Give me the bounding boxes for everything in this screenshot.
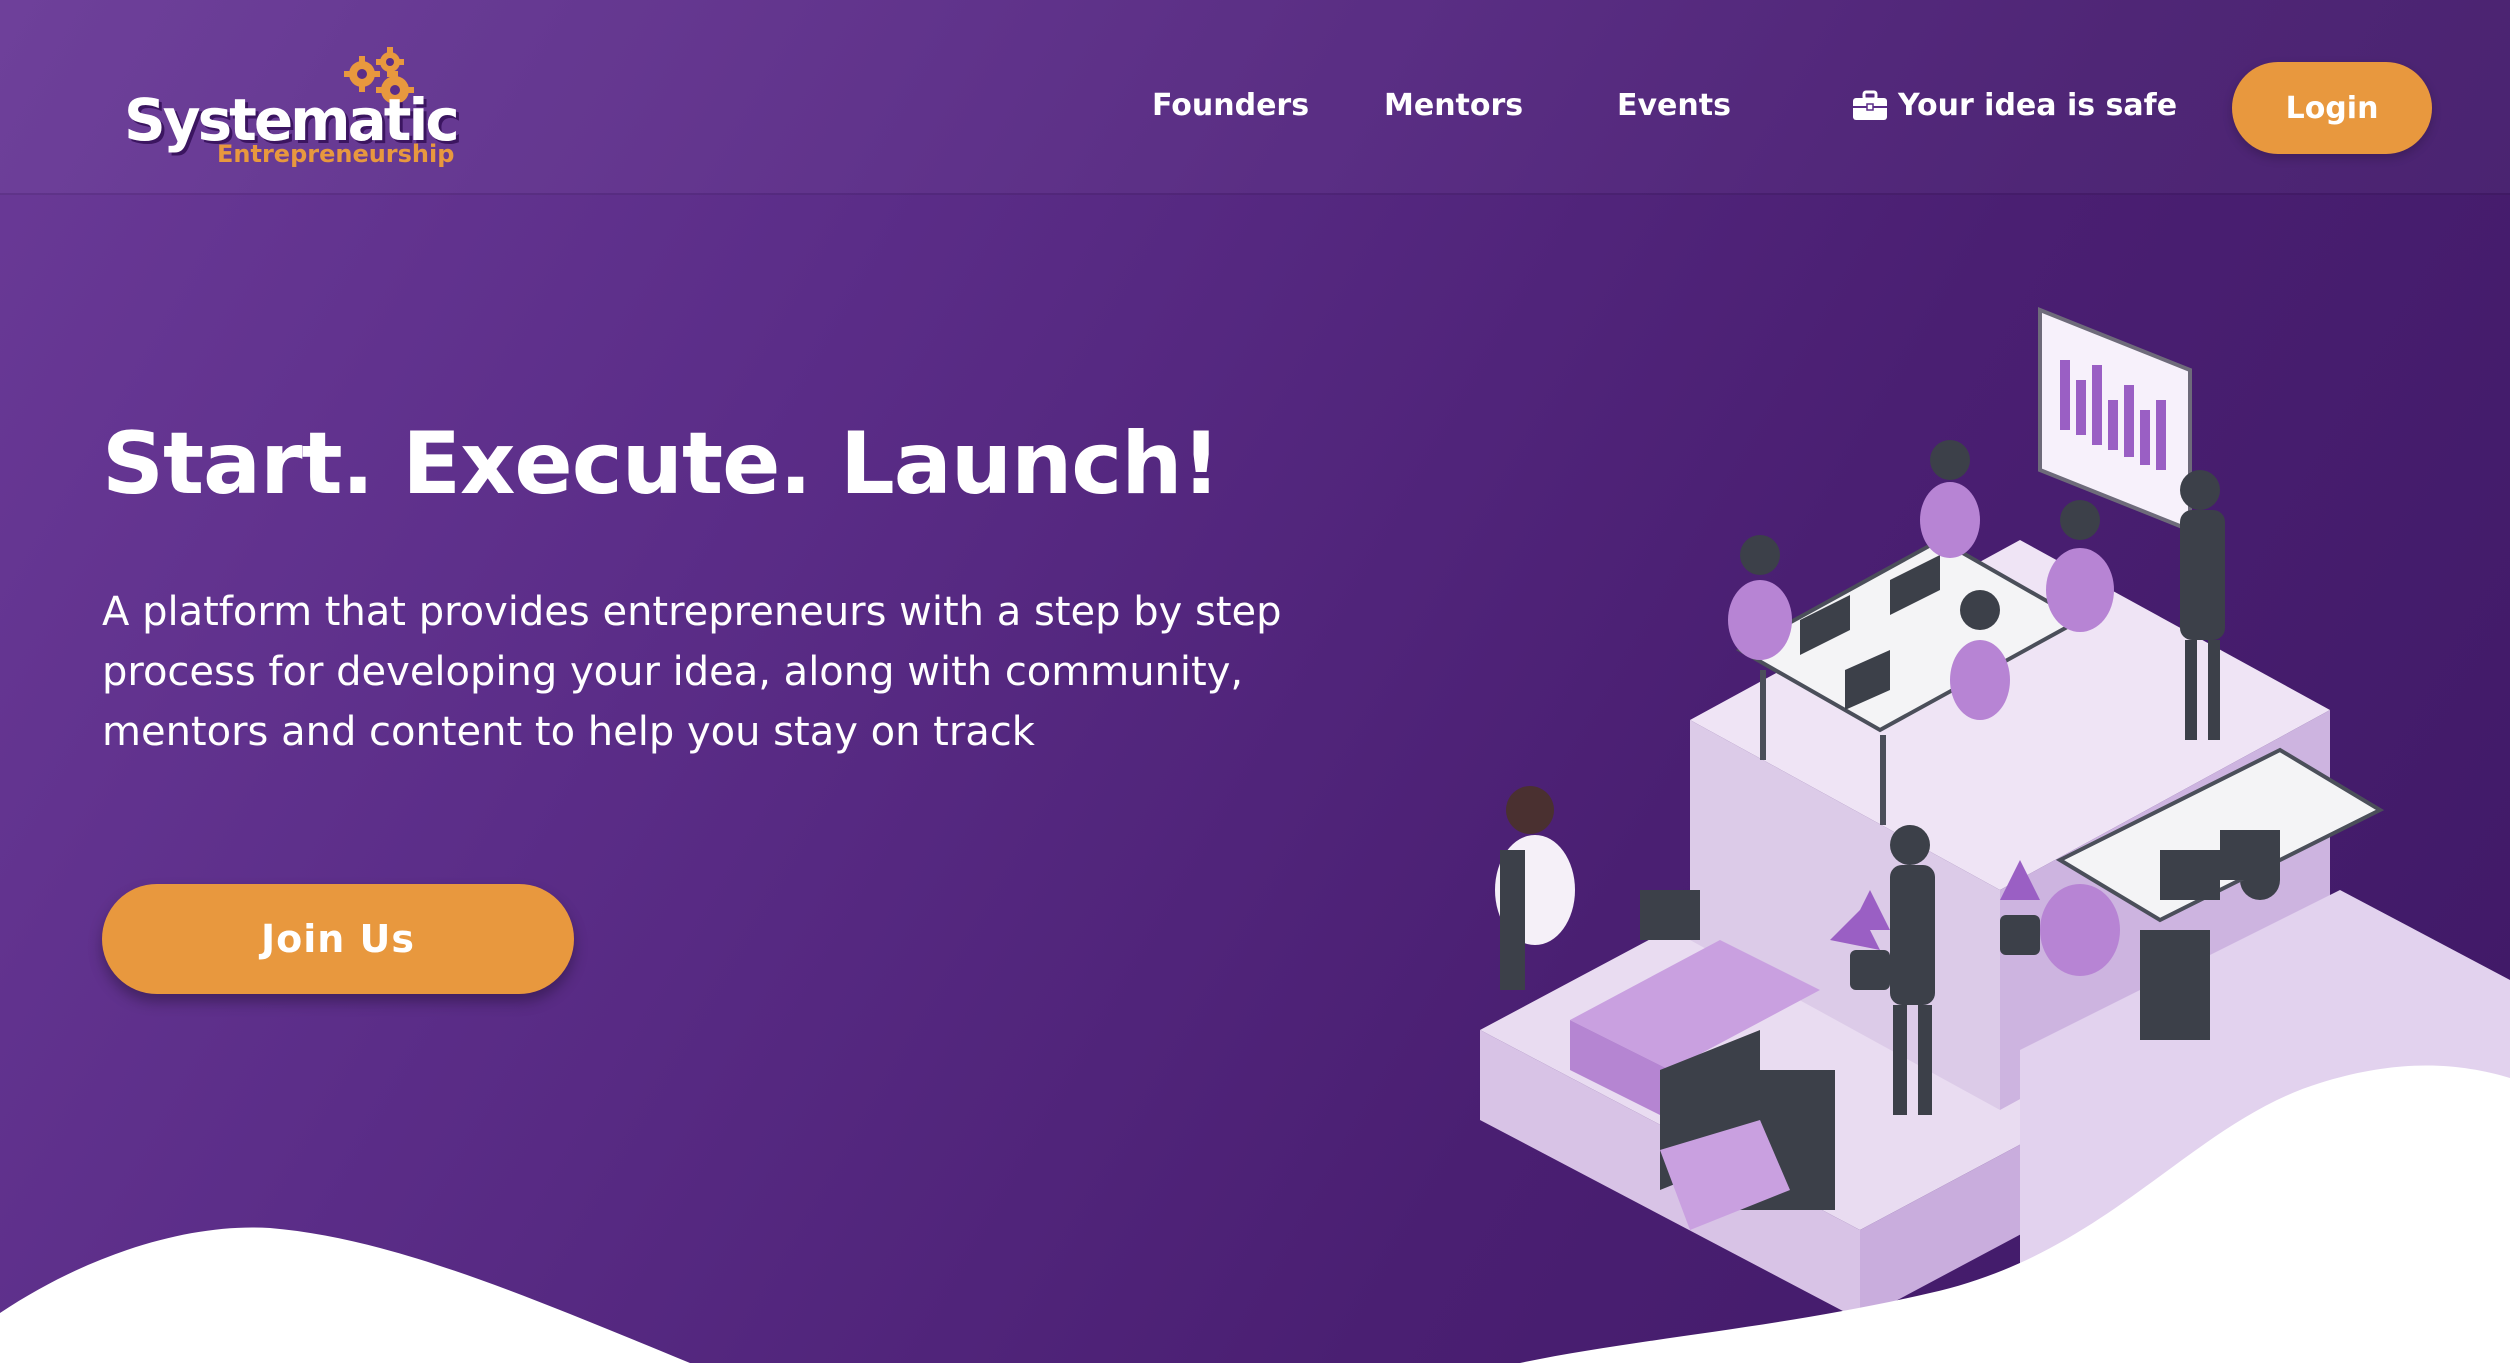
login-button[interactable]: Login: [2232, 62, 2432, 154]
briefcase-icon: [1853, 90, 1887, 120]
nav-safe-label: Your idea is safe: [1898, 88, 2178, 123]
nav-founders[interactable]: Founders: [1152, 88, 1309, 123]
join-us-button[interactable]: Join Us: [102, 884, 574, 994]
brand-logo[interactable]: Systematic Entrepreneurship: [124, 44, 460, 174]
nav-mentors[interactable]: Mentors: [1384, 88, 1523, 123]
site-header: Systematic Entrepreneurship Founders Men…: [0, 0, 2510, 193]
nav-your-idea-is-safe[interactable]: Your idea is safe: [1852, 88, 2177, 123]
nav-events[interactable]: Events: [1617, 88, 1731, 123]
bottom-wave: [0, 1065, 2510, 1363]
hero-description: A platform that provides entrepreneurs w…: [102, 589, 1282, 755]
hero-title: Start. Execute. Launch!: [102, 414, 1221, 514]
brand-subtitle: Entrepreneurship: [217, 140, 455, 168]
